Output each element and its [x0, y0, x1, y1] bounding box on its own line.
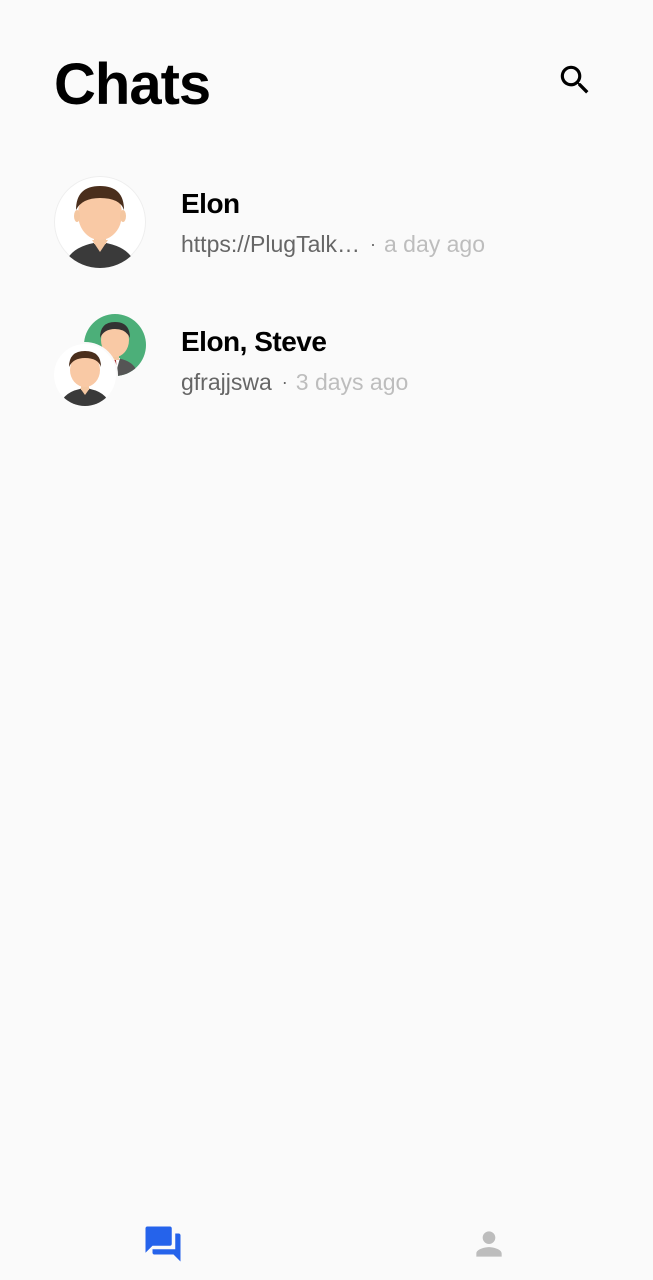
separator-dot: ·: [281, 372, 288, 392]
chat-meta: gfrajjswa · 3 days ago: [181, 366, 408, 398]
search-button[interactable]: [553, 58, 597, 102]
person-avatar-icon: [60, 351, 110, 406]
person-avatar-icon: [64, 186, 136, 268]
search-icon: [560, 65, 589, 94]
timestamp: 3 days ago: [295, 369, 409, 395]
chat-item-elon-steve[interactable]: Elon, Steve gfrajjswa · 3 days ago: [0, 298, 653, 436]
message-preview: gfrajjswa: [181, 369, 272, 395]
chat-list: Elon https://PlugTalk… · a day ago Elon,…: [0, 160, 653, 436]
chat-item-elon[interactable]: Elon https://PlugTalk… · a day ago: [0, 160, 653, 298]
nav-profile-tab[interactable]: [467, 1222, 511, 1266]
separator-dot: ·: [369, 234, 376, 254]
message-preview: https://PlugTalk…: [181, 231, 360, 257]
chat-meta: https://PlugTalk… · a day ago: [181, 228, 485, 260]
bottom-nav: [0, 1204, 653, 1280]
chat-name: Elon: [181, 188, 240, 219]
header: Chats: [0, 0, 653, 150]
chat-name: Elon, Steve: [181, 326, 327, 357]
page-title: Chats: [54, 52, 211, 117]
chats-icon: [145, 1226, 181, 1262]
avatar: [54, 176, 146, 268]
timestamp: a day ago: [383, 231, 485, 257]
nav-chats-tab[interactable]: [141, 1222, 185, 1266]
group-avatar: [54, 314, 146, 406]
profile-icon: [476, 1231, 502, 1257]
